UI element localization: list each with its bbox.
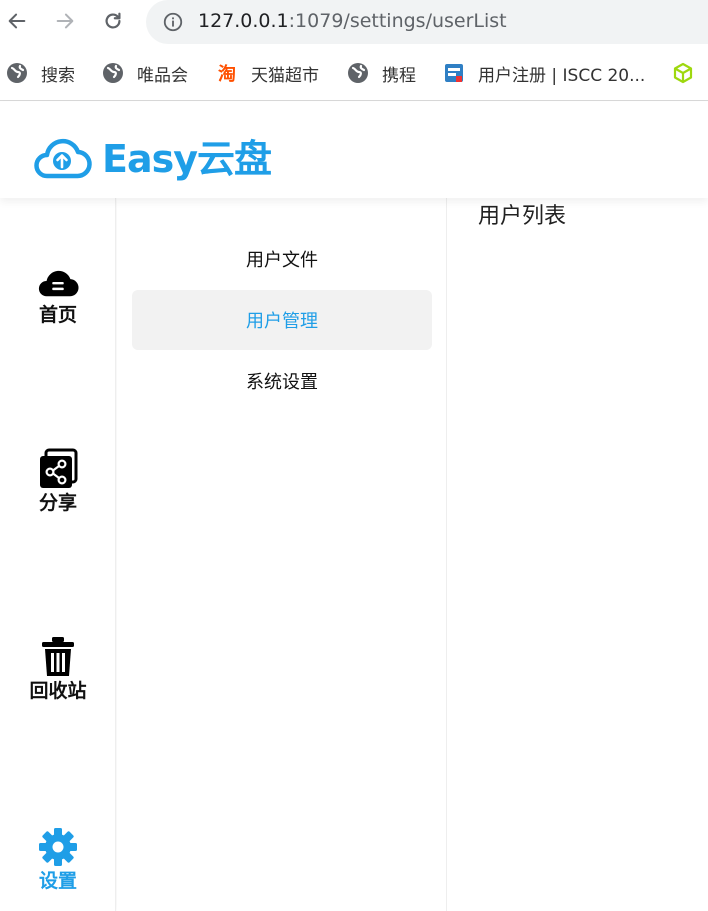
iscc-icon — [443, 62, 465, 84]
sidebar-item-settings[interactable]: 设置 — [0, 826, 116, 894]
bookmark-label: 携程 — [382, 65, 416, 86]
share-icon — [37, 448, 79, 490]
bookmark-item[interactable] — [672, 60, 707, 86]
trash-icon — [37, 636, 79, 678]
globe-icon — [347, 62, 369, 84]
main-sidebar: 首页 分享 回收站 设置 — [0, 198, 116, 911]
gear-icon — [37, 826, 79, 868]
reload-button[interactable] — [98, 6, 128, 36]
cube-icon — [672, 62, 694, 84]
app-header: Easy云盘 — [0, 102, 708, 198]
bookmarks-bar: 搜索 唯品会 淘 天猫超市 携程 用户注册 | ISCC 20... — [0, 44, 708, 101]
bookmark-item[interactable]: 用户注册 | ISCC 20... — [443, 60, 645, 86]
globe-icon — [102, 62, 124, 84]
page-title: 用户列表 — [478, 204, 567, 229]
globe-icon — [6, 62, 28, 84]
bookmark-label: 唯品会 — [137, 65, 188, 86]
bookmark-label: 天猫超市 — [251, 65, 319, 86]
forward-button[interactable] — [50, 6, 80, 36]
bookmark-item[interactable]: 淘 天猫超市 — [216, 60, 319, 86]
back-button[interactable] — [2, 6, 32, 36]
bookmark-item[interactable]: 携程 — [347, 60, 416, 86]
sidebar-item-share[interactable]: 分享 — [0, 448, 116, 516]
arrow-left-icon — [8, 13, 26, 29]
info-icon[interactable] — [162, 11, 184, 33]
main-content: 用户列表 — [448, 198, 708, 911]
reload-icon — [105, 12, 121, 29]
submenu-item-user-files[interactable]: 用户文件 — [132, 229, 432, 289]
browser-toolbar: 127.0.0.1:1079/settings/userList — [0, 0, 708, 44]
address-bar[interactable]: 127.0.0.1:1079/settings/userList — [146, 0, 708, 44]
bookmark-label: 用户注册 | ISCC 20... — [478, 65, 646, 86]
url-text: 127.0.0.1:1079/settings/userList — [198, 8, 507, 34]
sidebar-item-label: 回收站 — [29, 680, 87, 702]
app-logo-text[interactable]: Easy云盘 — [102, 134, 272, 184]
arrow-right-icon — [56, 13, 74, 29]
submenu-item-user-management[interactable]: 用户管理 — [132, 290, 432, 350]
bookmark-item[interactable]: 唯品会 — [102, 60, 188, 86]
url-host: 127.0.0.1 — [198, 10, 289, 32]
bookmark-item[interactable]: 搜索 — [6, 60, 75, 86]
settings-submenu: 用户文件 用户管理 系统设置 — [117, 198, 447, 911]
sidebar-item-label: 设置 — [38, 870, 77, 892]
sidebar-item-label: 首页 — [38, 304, 77, 326]
taobao-icon: 淘 — [218, 64, 236, 85]
sidebar-item-home[interactable]: 首页 — [0, 260, 116, 328]
cloud-home-icon — [37, 260, 79, 302]
cloud-upload-icon — [34, 138, 92, 179]
submenu-item-system-settings[interactable]: 系统设置 — [132, 351, 432, 411]
url-path: :1079/settings/userList — [288, 10, 507, 32]
sidebar-item-recycle-bin[interactable]: 回收站 — [0, 636, 116, 704]
sidebar-item-label: 分享 — [38, 492, 77, 514]
bookmark-label: 搜索 — [41, 65, 75, 86]
